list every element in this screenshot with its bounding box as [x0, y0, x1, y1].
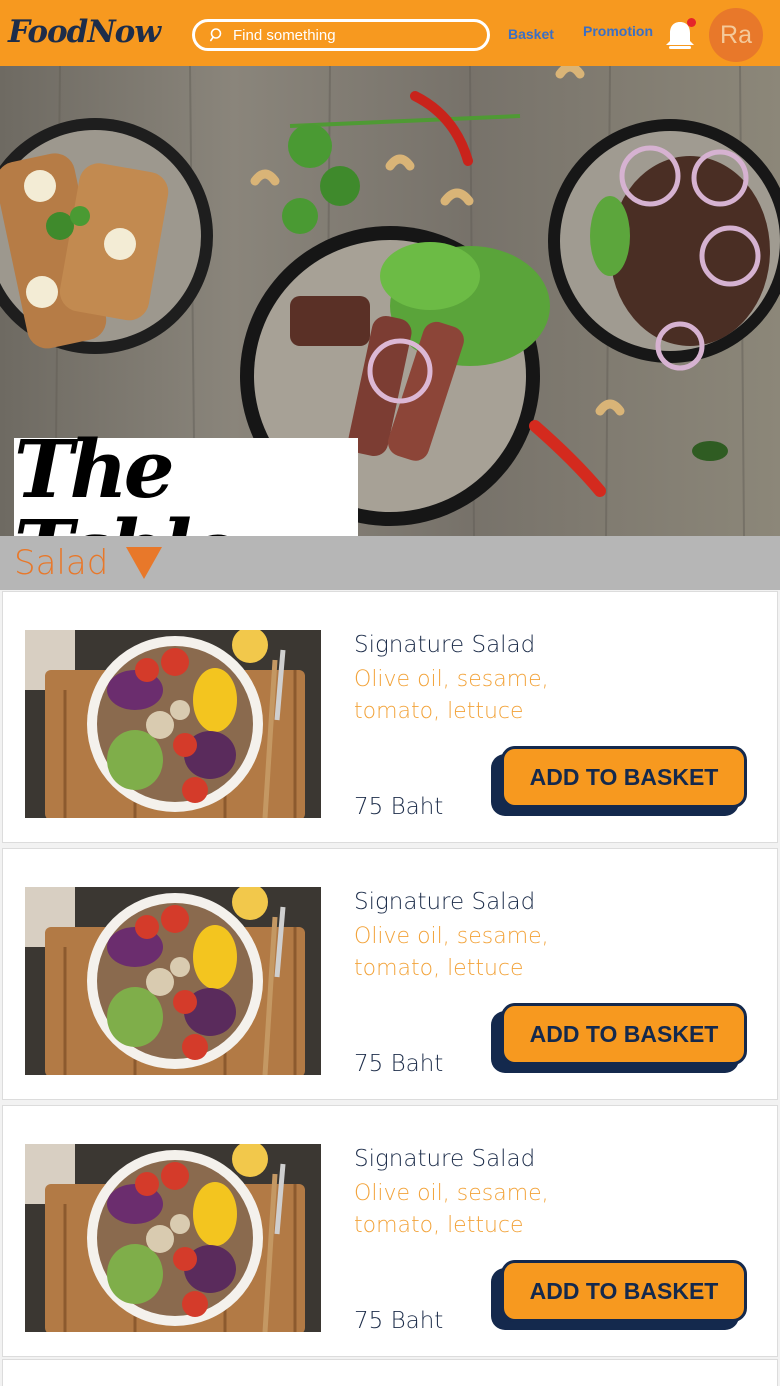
- app-logo[interactable]: FoodNow: [8, 14, 161, 50]
- triangle-down-icon[interactable]: [126, 547, 163, 579]
- add-to-basket-label: ADD TO BASKET: [501, 1003, 747, 1065]
- menu-item-partial: [3, 1360, 777, 1386]
- add-to-basket-label: ADD TO BASKET: [501, 1260, 747, 1322]
- restaurant-brand-title: The Table: [14, 422, 239, 536]
- menu-item-card: Signature Salad Olive oil, sesame, tomat…: [3, 849, 777, 1099]
- add-to-basket-button[interactable]: ADD TO BASKET: [491, 1260, 747, 1332]
- salad-photo[interactable]: [25, 1144, 321, 1332]
- salad-photo[interactable]: [25, 887, 321, 1075]
- category-label: Salad: [14, 543, 109, 583]
- search-box[interactable]: [192, 19, 490, 51]
- item-description: Olive oil, sesame, tomato, lettuce: [354, 1181, 549, 1238]
- salad-photo[interactable]: [25, 630, 321, 818]
- nav-basket-link[interactable]: Basket: [508, 26, 554, 42]
- item-price: 75 Baht: [354, 1051, 444, 1077]
- top-bar: FoodNow Basket Promotion Ra: [0, 0, 780, 66]
- item-description: Olive oil, sesame, tomato, lettuce: [354, 667, 549, 724]
- item-description: Olive oil, sesame, tomato, lettuce: [354, 924, 549, 981]
- user-avatar[interactable]: Ra: [709, 8, 763, 62]
- item-name: Signature Salad: [354, 889, 536, 915]
- item-price: 75 Baht: [354, 1308, 444, 1334]
- nav-promotion-link[interactable]: Promotion: [583, 23, 653, 39]
- search-input[interactable]: [233, 26, 473, 44]
- hero-banner: The Table: [0, 66, 780, 536]
- search-icon: [209, 28, 222, 42]
- item-price: 75 Baht: [354, 794, 444, 820]
- item-name: Signature Salad: [354, 632, 536, 658]
- add-to-basket-button[interactable]: ADD TO BASKET: [491, 746, 747, 818]
- add-to-basket-button[interactable]: ADD TO BASKET: [491, 1003, 747, 1075]
- item-name: Signature Salad: [354, 1146, 536, 1172]
- menu-item-card: Signature Salad Olive oil, sesame, tomat…: [3, 592, 777, 842]
- notification-dot: [687, 18, 696, 27]
- add-to-basket-label: ADD TO BASKET: [501, 746, 747, 808]
- menu-item-card: Signature Salad Olive oil, sesame, tomat…: [3, 1106, 777, 1356]
- category-dropdown[interactable]: Salad: [0, 536, 780, 590]
- restaurant-brand-logo: The Table: [14, 429, 358, 536]
